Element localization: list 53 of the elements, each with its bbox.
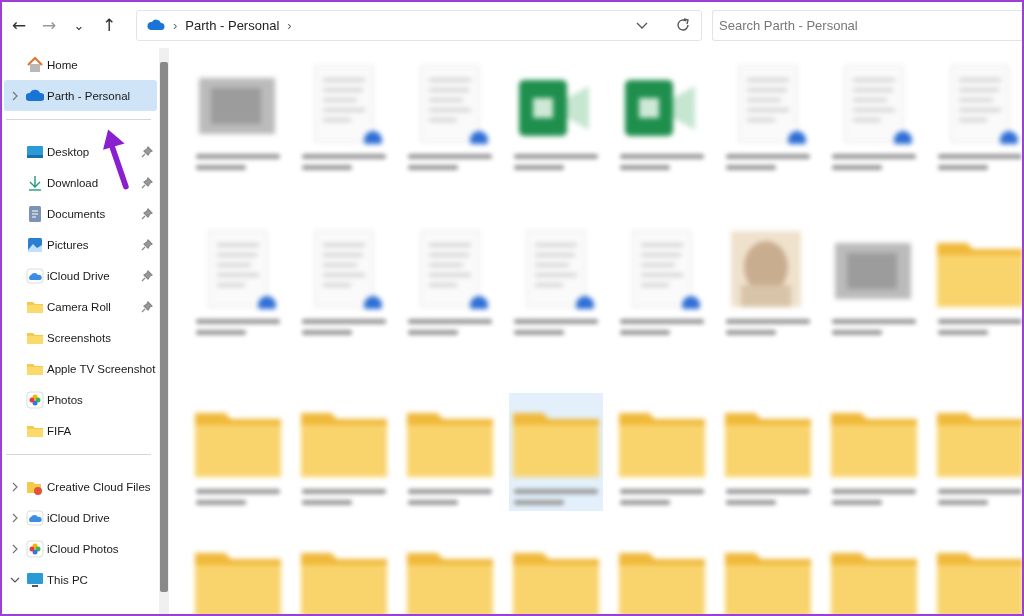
sidebar-item[interactable]: Home <box>4 49 157 80</box>
sidebar-item[interactable]: This PC <box>4 564 157 595</box>
picture-icon <box>26 235 44 254</box>
scrollbar-thumb[interactable] <box>160 62 168 592</box>
sidebar-item[interactable]: Apple TV Screenshot <box>4 353 157 384</box>
house-icon <box>26 55 44 74</box>
monitor-icon <box>26 570 44 589</box>
sidebar-item[interactable]: Creative Cloud Files <box>4 471 157 502</box>
sidebar-label: Pictures <box>47 238 89 251</box>
cloud-icon <box>26 508 44 527</box>
sidebar-label: Download <box>47 176 99 189</box>
sidebar-label: Desktop <box>47 145 90 158</box>
sidebar-label: Creative Cloud Files <box>47 480 151 493</box>
sidebar-item[interactable]: iCloud Drive <box>4 260 157 291</box>
flower-icon <box>26 539 44 558</box>
flower-icon <box>26 390 44 409</box>
sidebar-label: Apple TV Screenshot <box>47 362 156 375</box>
search-field[interactable]: Search Parth - Personal <box>712 9 1022 41</box>
sidebar-label: iCloud Photos <box>47 542 119 555</box>
sidebar-label: iCloud Drive <box>47 511 110 524</box>
breadcrumb-separator[interactable]: › <box>173 17 178 33</box>
sidebar-item[interactable]: Camera Roll <box>4 291 157 322</box>
cloud-icon <box>26 266 44 285</box>
breadcrumb-item[interactable]: Parth - Personal <box>185 17 280 33</box>
document-icon <box>26 204 44 223</box>
up-button[interactable]: ↑ <box>96 10 122 40</box>
sidebar-label: FIFA <box>47 424 72 437</box>
recent-locations-button[interactable]: ⌄ <box>66 10 92 40</box>
back-button[interactable]: ← <box>6 10 32 40</box>
sidebar-label: iCloud Drive <box>47 269 110 282</box>
sidebar-label: Parth - Personal <box>47 89 131 102</box>
sidebar-item[interactable]: Screenshots <box>4 322 157 353</box>
sidebar-item[interactable]: Download <box>4 167 157 198</box>
address-bar[interactable]: › Parth - Personal › <box>136 9 702 41</box>
sidebar-label: Camera Roll <box>47 300 111 313</box>
sidebar-label: Home <box>47 58 78 71</box>
sidebar-item[interactable]: iCloud Drive <box>4 502 157 533</box>
sidebar-item[interactable]: Pictures <box>4 229 157 260</box>
sidebar-label: This PC <box>47 573 88 586</box>
breadcrumb-separator[interactable]: › <box>287 17 292 33</box>
sidebar-item[interactable]: Documents <box>4 198 157 229</box>
sidebar-label: Documents <box>47 207 106 220</box>
sidebar-item[interactable]: iCloud Photos <box>4 533 157 564</box>
sidebar-item[interactable]: Parth - Personal <box>4 80 157 111</box>
sidebar-label: Screenshots <box>47 331 111 344</box>
scrollbar[interactable] <box>159 48 169 614</box>
download-icon <box>26 173 44 192</box>
cloud-icon <box>147 19 165 31</box>
refresh-icon <box>675 17 691 33</box>
sidebar-item[interactable]: FIFA <box>4 415 157 446</box>
sidebar-item[interactable]: Photos <box>4 384 157 415</box>
sidebar-label: Photos <box>47 393 83 406</box>
file-tile[interactable] <box>509 393 603 511</box>
